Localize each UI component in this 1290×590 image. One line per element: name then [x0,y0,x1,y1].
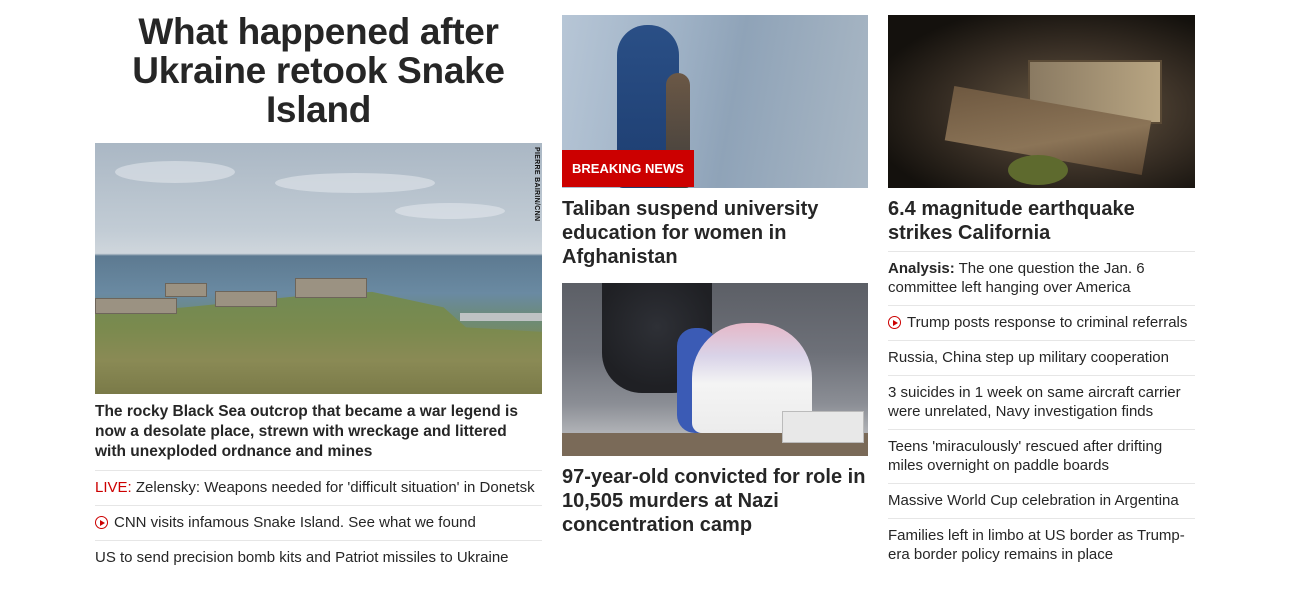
breaking-news-badge: BREAKING NEWS [562,150,694,187]
story-text: Trump posts response to criminal referra… [907,314,1188,331]
list-item[interactable]: Teens 'miraculously' rescued after drift… [888,429,1195,483]
list-item[interactable]: Massive World Cup celebration in Argenti… [888,483,1195,518]
story-text: Teens 'miraculously' rescued after drift… [888,438,1163,474]
ruin-building-shape [215,291,277,307]
list-item[interactable]: Trump posts response to criminal referra… [888,305,1195,340]
cloud-shape [395,203,505,219]
laptop-shape [782,411,864,443]
earthquake-headline[interactable]: 6.4 magnitude earthquake strikes Califor… [888,197,1195,245]
plant-shape [1008,155,1068,185]
lead-story-column: What happened after Ukraine retook Snake… [95,0,542,575]
link-text: Zelensky: Weapons needed for 'difficult … [131,479,535,496]
ruin-building-shape [95,298,177,314]
analysis-label: Analysis: [888,260,955,277]
link-text: US to send precision bomb kits and Patri… [95,549,509,566]
related-links-list: LIVE: Zelensky: Weapons needed for 'diff… [95,470,542,575]
link-text: CNN visits infamous Snake Island. See wh… [114,514,476,531]
pier-shape [460,313,542,321]
play-icon [95,516,108,529]
trial-headline[interactable]: 97-year-old convicted for role in 10,505… [562,465,868,537]
trial-story-image[interactable] [562,283,868,456]
list-item[interactable]: CNN visits infamous Snake Island. See wh… [95,505,542,540]
story-text: Russia, China step up military cooperati… [888,349,1169,366]
list-item[interactable]: LIVE: Zelensky: Weapons needed for 'diff… [95,470,542,505]
story-text: 3 suicides in 1 week on same aircraft ca… [888,384,1181,420]
ruin-building-shape [165,283,207,297]
lead-summary[interactable]: The rocky Black Sea outcrop that became … [95,402,542,462]
middle-column: BREAKING NEWS Taliban suspend university… [562,0,868,537]
cloud-shape [275,173,435,193]
list-item[interactable]: Families left in limbo at US border as T… [888,518,1195,572]
right-column: 6.4 magnitude earthquake strikes Califor… [888,0,1195,572]
list-item[interactable]: Analysis: The one question the Jan. 6 co… [888,251,1195,305]
image-credit: PIERRE BAIRIN/CNN [533,147,540,222]
earthquake-image[interactable] [888,15,1195,188]
lead-headline[interactable]: What happened after Ukraine retook Snake… [95,12,542,129]
story-text: Families left in limbo at US border as T… [888,527,1185,563]
play-icon [888,316,901,329]
snake-island-image[interactable]: PIERRE BAIRIN/CNN [95,143,542,394]
list-item[interactable]: US to send precision bomb kits and Patri… [95,540,542,575]
story-list: Analysis: The one question the Jan. 6 co… [888,251,1195,572]
story-text: Massive World Cup celebration in Argenti… [888,492,1179,509]
cloud-shape [115,161,235,183]
taliban-headline[interactable]: Taliban suspend university education for… [562,197,868,269]
taliban-story-image[interactable]: BREAKING NEWS [562,15,868,188]
list-item[interactable]: 3 suicides in 1 week on same aircraft ca… [888,375,1195,429]
list-item[interactable]: Russia, China step up military cooperati… [888,340,1195,375]
live-label: LIVE: [95,479,132,496]
ruin-building-shape [295,278,367,298]
